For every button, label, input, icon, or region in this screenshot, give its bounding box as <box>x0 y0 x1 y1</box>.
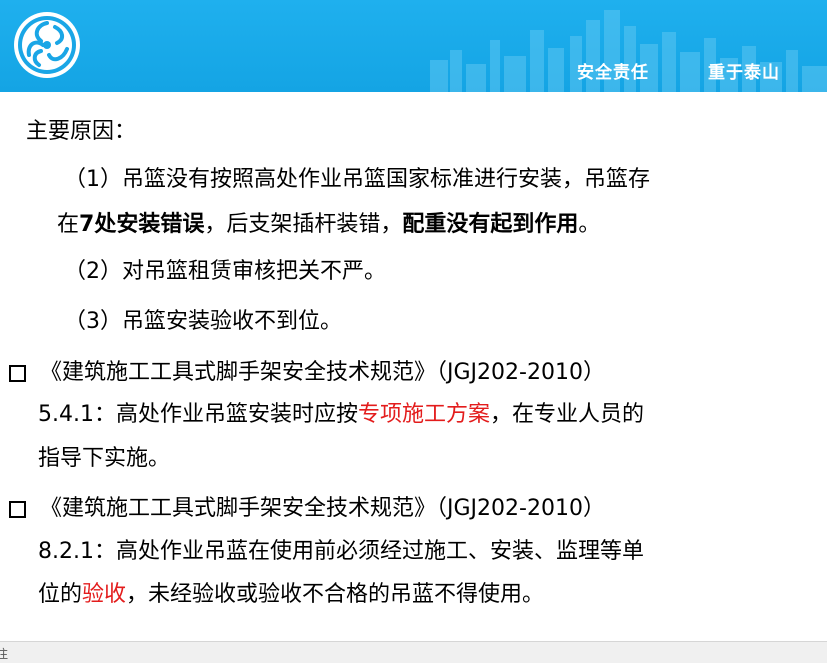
cause-item-2: （2）对吊篮租赁审核把关不严。 <box>64 259 386 284</box>
standard-2-clause-suffix: ，未经验收或验收不合格的吊蓝不得使用。 <box>126 582 545 607</box>
standard-1-clause-line-1: 5.4.1：高处作业吊篮安装时应按专项施工方案，在专业人员的 <box>38 400 644 430</box>
counterweight-ineffective-text: 配重没有起到作用 <box>402 212 579 237</box>
header-banner: 安全责任 重于泰山 <box>0 0 827 92</box>
cause-item-1-line-1: （1）吊篮没有按照高处作业吊篮国家标准进行安装，吊篮存 <box>64 167 650 192</box>
standard-2-clause-prefix: 位的 <box>38 582 83 607</box>
acceptance-text: 验收 <box>82 582 127 607</box>
cause-item-3: （3）吊篮安装验收不到位。 <box>64 309 342 334</box>
installation-errors-text: 7处安装错误 <box>79 212 205 237</box>
cause-item-1-suffix: 。 <box>578 212 601 237</box>
slide-content: 主要原因： （1）吊篮没有按照高处作业吊篮国家标准进行安装，吊篮存 在7处安装错… <box>0 92 827 641</box>
cause-item-1-line-2: 在7处安装错误，后支架插杆装错，配重没有起到作用。 <box>57 210 600 240</box>
cause-item-1-prefix: 在 <box>57 212 80 237</box>
main-causes-heading: 主要原因： <box>26 119 137 144</box>
company-logo-icon <box>14 12 80 78</box>
standard-1-title: 《建筑施工工具式脚手架安全技术规范》（JGJ202-2010） <box>40 360 605 385</box>
checkbox-bullet-icon <box>9 365 26 382</box>
special-construction-plan-text: 专项施工方案 <box>357 402 490 427</box>
slogan-weightier-than-mountain: 重于泰山 <box>708 63 780 83</box>
notes-status-bar[interactable]: 注 <box>0 641 827 663</box>
notes-label[interactable]: 注 <box>0 645 8 662</box>
checkbox-bullet-icon <box>9 501 26 518</box>
standard-2-clause-line-2: 位的验收，未经验收或验收不合格的吊蓝不得使用。 <box>38 580 544 610</box>
standard-1-clause-suffix: ，在专业人员的 <box>490 402 645 427</box>
standard-1-clause-line-2: 指导下实施。 <box>38 446 171 471</box>
standard-1-clause-prefix: 5.4.1：高处作业吊篮安装时应按 <box>38 402 358 427</box>
slogan-safety-responsibility: 安全责任 <box>577 63 649 83</box>
standard-2-title: 《建筑施工工具式脚手架安全技术规范》（JGJ202-2010） <box>40 496 605 521</box>
standard-2-clause-line-1: 8.2.1：高处作业吊蓝在使用前必须经过施工、安装、监理等单 <box>38 539 644 564</box>
cause-item-1-middle: ，后支架插杆装错， <box>204 212 403 237</box>
